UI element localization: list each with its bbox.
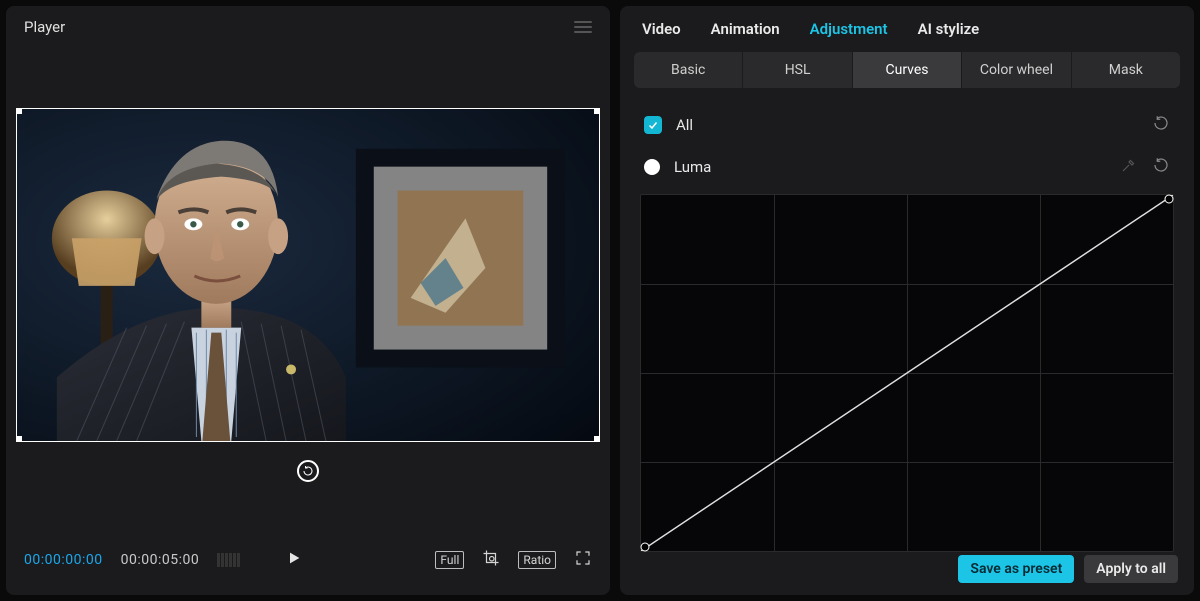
timecode-current[interactable]: 00:00:00:00 bbox=[24, 552, 103, 568]
label-luma: Luma bbox=[674, 158, 1106, 176]
video-preview-frame[interactable] bbox=[16, 108, 600, 442]
player-panel: Player bbox=[6, 6, 610, 595]
crop-icon[interactable] bbox=[482, 549, 500, 571]
inspector-tabs: Video Animation Adjustment AI stylize bbox=[620, 6, 1194, 52]
fullscreen-icon[interactable] bbox=[574, 549, 592, 571]
player-menu-icon[interactable] bbox=[574, 18, 592, 36]
inspector-panel: Video Animation Adjustment AI stylize Ba… bbox=[620, 6, 1194, 595]
timecode-duration: 00:00:05:00 bbox=[121, 552, 200, 568]
ratio-toggle[interactable]: Ratio bbox=[518, 551, 556, 569]
subtab-basic[interactable]: Basic bbox=[634, 52, 742, 88]
rotate-handle[interactable] bbox=[16, 460, 600, 482]
eyedropper-icon[interactable] bbox=[1120, 156, 1138, 178]
row-luma: Luma bbox=[640, 146, 1174, 188]
apply-to-all-button[interactable]: Apply to all bbox=[1084, 555, 1178, 583]
subtab-hsl[interactable]: HSL bbox=[743, 52, 851, 88]
audio-levels-icon bbox=[217, 553, 240, 567]
luma-swatch[interactable] bbox=[644, 159, 660, 175]
curves-editor[interactable] bbox=[640, 194, 1174, 552]
curve-point-highlight[interactable] bbox=[1164, 194, 1173, 203]
tab-video[interactable]: Video bbox=[642, 20, 681, 38]
curve-channel-rows: All Luma bbox=[620, 104, 1194, 188]
checkbox-all[interactable] bbox=[644, 116, 662, 134]
curve-point-shadow[interactable] bbox=[641, 543, 650, 552]
play-button[interactable] bbox=[286, 550, 302, 570]
curve-line bbox=[641, 195, 1173, 551]
subtab-mask[interactable]: Mask bbox=[1072, 52, 1180, 88]
subtab-color-wheel[interactable]: Color wheel bbox=[962, 52, 1070, 88]
player-controls: 00:00:00:00 00:00:05:00 Full Ratio bbox=[6, 543, 610, 595]
row-all: All bbox=[640, 104, 1174, 146]
subtab-curves[interactable]: Curves bbox=[853, 52, 961, 88]
preview-area bbox=[6, 46, 610, 543]
adjustment-subtabs: Basic HSL Curves Color wheel Mask bbox=[634, 52, 1180, 88]
player-header: Player bbox=[6, 6, 610, 46]
label-all: All bbox=[676, 116, 1138, 134]
inspector-footer: Save as preset Apply to all bbox=[958, 555, 1178, 583]
tab-animation[interactable]: Animation bbox=[711, 20, 780, 38]
tab-adjustment[interactable]: Adjustment bbox=[810, 20, 888, 38]
preview-image bbox=[17, 109, 599, 441]
reset-luma-icon[interactable] bbox=[1152, 156, 1170, 178]
save-preset-button[interactable]: Save as preset bbox=[958, 555, 1074, 583]
tab-ai-stylize[interactable]: AI stylize bbox=[918, 20, 980, 38]
full-toggle[interactable]: Full bbox=[435, 551, 464, 569]
player-title: Player bbox=[24, 18, 65, 36]
reset-all-icon[interactable] bbox=[1152, 114, 1170, 136]
